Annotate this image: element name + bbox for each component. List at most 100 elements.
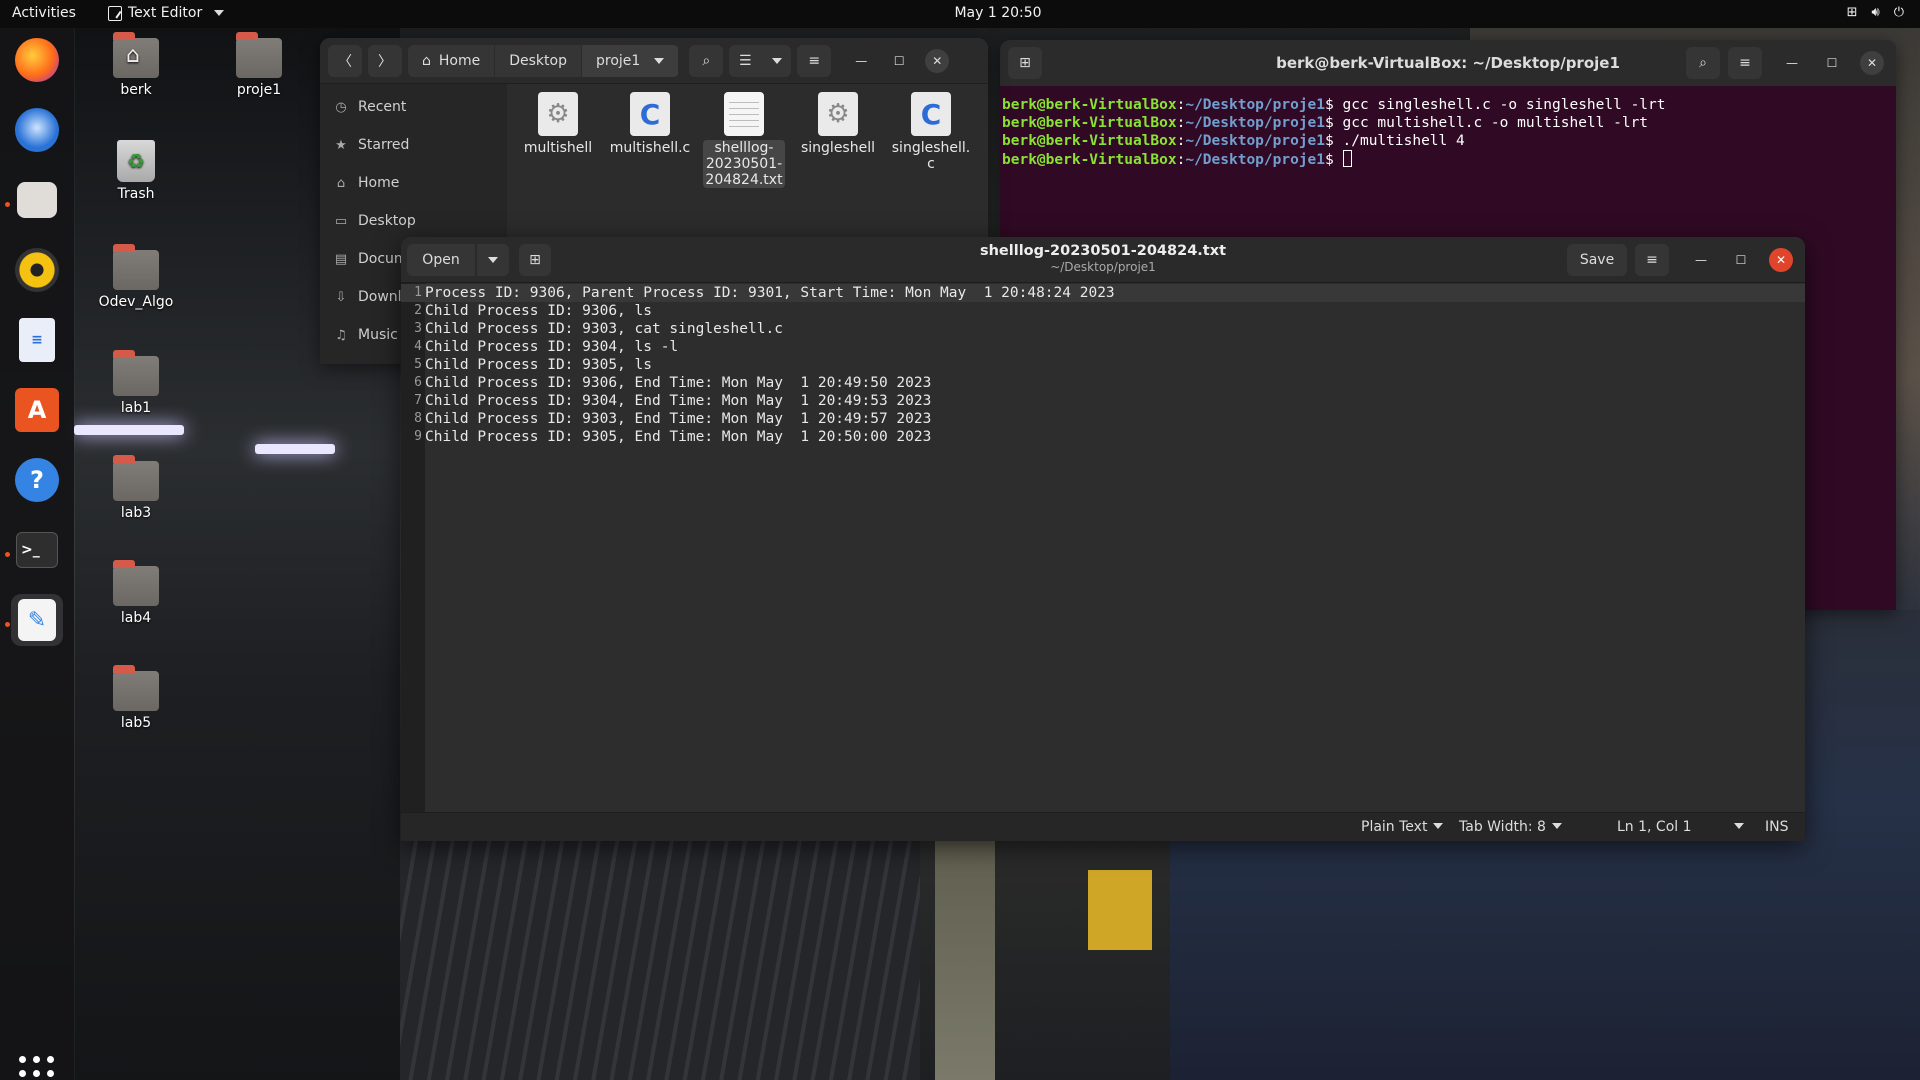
minimize-button[interactable]: — xyxy=(849,49,873,73)
system-menu[interactable]: ⊞ 🔊︎ ⏻ xyxy=(1847,5,1904,20)
desktop-icon-label: Odev_Algo xyxy=(98,294,174,310)
music-icon: ♫ xyxy=(335,327,347,343)
maximize-button[interactable]: ☐ xyxy=(1820,51,1844,75)
network-icon: ⊞ xyxy=(1846,5,1858,20)
chevron-down-icon xyxy=(1551,823,1562,829)
terminal-line: berk@berk-VirtualBox:~/Desktop/proje1$ .… xyxy=(1002,133,1465,149)
path-segment-proje1[interactable]: proje1 xyxy=(581,44,680,77)
text-line: 3 Child Process ID: 9303, cat singleshell… xyxy=(414,321,783,337)
terminal-header: ⊞ berk@berk-VirtualBox: ~/Desktop/proje1… xyxy=(1000,40,1896,86)
file-item[interactable]: ⚙ singleshell xyxy=(797,84,879,156)
top-bar: Activities Text Editor May 1 20:50 ⊞ 🔊︎ … xyxy=(0,0,1920,28)
file-item[interactable]: C singleshell. c xyxy=(890,84,972,172)
desktop-icon-berk[interactable]: berk xyxy=(81,32,191,98)
editor-text-area[interactable]: 1 Process ID: 9306, Parent Process ID: 93… xyxy=(401,283,1805,812)
dock-writer[interactable]: ≡ xyxy=(11,314,63,366)
desktop-icon-odev-algo[interactable]: Odev_Algo xyxy=(81,244,191,310)
search-button[interactable]: ⌕ xyxy=(1686,47,1720,79)
desktop-icon-trash[interactable]: ♻ Trash xyxy=(81,140,191,202)
home-folder-icon xyxy=(113,32,159,78)
maximize-button[interactable]: ☐ xyxy=(887,49,911,73)
search-button[interactable]: ⌕ xyxy=(689,44,724,77)
files-icon xyxy=(17,182,57,218)
desktop-icon-lab5[interactable]: lab5 xyxy=(81,665,191,731)
dock-software[interactable]: A xyxy=(11,384,63,436)
close-button[interactable]: ✕ xyxy=(1769,248,1793,272)
text-file-icon xyxy=(724,92,764,136)
menu-button[interactable]: ≡ xyxy=(797,44,832,77)
close-button[interactable]: ✕ xyxy=(1860,51,1884,75)
running-indicator xyxy=(5,202,10,207)
chevron-down-icon xyxy=(1733,823,1744,829)
language-selector[interactable]: Plain Text xyxy=(1361,819,1444,835)
sidebar-item-starred[interactable]: ★ Starred xyxy=(320,126,507,164)
clock-icon: ◷ xyxy=(335,99,347,115)
chevron-down-icon xyxy=(771,57,782,64)
close-button[interactable]: ✕ xyxy=(925,48,950,73)
star-icon: ★ xyxy=(335,137,347,153)
document-icon: ▤ xyxy=(334,251,348,267)
file-item[interactable]: ⚙ multishell xyxy=(517,84,599,156)
hamburger-icon: ≡ xyxy=(808,52,821,69)
hamburger-icon: ≡ xyxy=(1739,55,1751,71)
search-icon: ⌕ xyxy=(702,52,711,69)
sidebar-item-home[interactable]: ⌂ Home xyxy=(320,164,507,202)
menu-button[interactable]: ≡ xyxy=(1728,47,1762,79)
path-segment-home[interactable]: ⌂ Home xyxy=(408,44,496,77)
file-item[interactable]: C multishell.c xyxy=(609,84,691,156)
writer-icon: ≡ xyxy=(19,318,55,362)
help-icon: ? xyxy=(15,458,59,502)
minimize-button[interactable]: — xyxy=(1780,51,1804,75)
save-button[interactable]: Save xyxy=(1567,244,1627,276)
power-icon: ⏻ xyxy=(1893,5,1904,20)
text-line: 8 Child Process ID: 9303, End Time: Mon M… xyxy=(414,411,932,427)
dock-firefox[interactable] xyxy=(11,34,63,86)
maximize-button[interactable]: ☐ xyxy=(1729,248,1753,272)
dock-files[interactable] xyxy=(11,174,63,226)
editor-status-bar: Plain Text Tab Width: 8 Ln 1, Col 1 INS xyxy=(401,812,1805,841)
download-icon: ⇩ xyxy=(335,289,347,305)
file-manager-header: 〈 〉 ⌂ Home Desktop proje1 ⌕ ☰ ≡ — ☐ ✕ xyxy=(320,38,988,84)
text-line: 6 Child Process ID: 9306, End Time: Mon M… xyxy=(414,375,932,391)
dock-thunderbird[interactable] xyxy=(11,104,63,156)
thunderbird-icon xyxy=(15,108,59,152)
sidebar-item-recent[interactable]: ◷ Recent xyxy=(320,88,507,126)
terminal-output[interactable]: berk@berk-VirtualBox:~/Desktop/proje1$ g… xyxy=(1000,86,1896,179)
running-indicator xyxy=(5,552,10,557)
desktop-icon-proje1[interactable]: proje1 xyxy=(204,32,314,98)
file-item[interactable]: shelllog- 20230501- 204824.txt xyxy=(703,84,785,188)
sidebar-item-desktop[interactable]: ▭ Desktop xyxy=(320,202,507,240)
tab-width-selector[interactable]: Tab Width: 8 xyxy=(1459,819,1562,835)
view-toggle[interactable]: ☰ xyxy=(729,44,792,77)
cursor-position[interactable]: Ln 1, Col 1 xyxy=(1617,819,1744,835)
minimize-button[interactable]: — xyxy=(1689,248,1713,272)
terminal-cursor xyxy=(1342,150,1352,167)
terminal-icon: >_ xyxy=(16,532,58,568)
text-line: 7 Child Process ID: 9304, End Time: Mon M… xyxy=(414,393,932,409)
menu-button[interactable]: ≡ xyxy=(1635,244,1669,276)
desktop-icon-lab1[interactable]: lab1 xyxy=(81,350,191,416)
path-segment-desktop[interactable]: Desktop xyxy=(495,44,582,77)
terminal-line: berk@berk-VirtualBox:~/Desktop/proje1$ g… xyxy=(1002,97,1666,113)
clock[interactable]: May 1 20:50 xyxy=(0,5,1920,21)
chevron-down-icon xyxy=(654,57,665,64)
folder-icon xyxy=(113,560,159,606)
back-button[interactable]: 〈 xyxy=(328,44,362,77)
desktop-icon-label: proje1 xyxy=(236,82,282,98)
text-line: 1 Process ID: 9306, Parent Process ID: 93… xyxy=(401,284,1805,302)
desktop-icon: ▭ xyxy=(334,213,348,229)
text-line: 9 Child Process ID: 9305, End Time: Mon M… xyxy=(414,429,932,445)
desktop-icon-lab4[interactable]: lab4 xyxy=(81,560,191,626)
running-indicator xyxy=(5,622,10,627)
folder-icon xyxy=(113,455,159,501)
folder-icon xyxy=(236,32,282,78)
dock-rhythmbox[interactable] xyxy=(11,244,63,296)
dock-text-editor[interactable]: ✎ xyxy=(11,594,63,646)
desktop-icon-lab3[interactable]: lab3 xyxy=(81,455,191,521)
dock-terminal[interactable]: >_ xyxy=(11,524,63,576)
desktop-icon-label: Trash xyxy=(117,186,155,202)
forward-button[interactable]: 〉 xyxy=(368,44,402,77)
dock-help[interactable]: ? xyxy=(11,454,63,506)
c-source-icon: C xyxy=(630,92,670,136)
show-apps-icon[interactable] xyxy=(19,1056,55,1080)
